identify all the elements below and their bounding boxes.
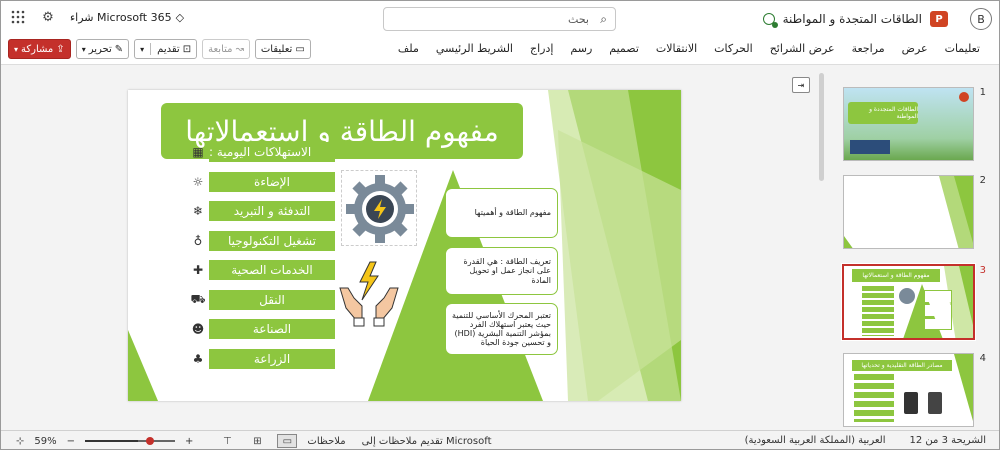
- thumbnail-number: 1: [979, 87, 986, 98]
- slide-thumbnail[interactable]: مصادر الطاقة التقليدية و تحدياتها: [843, 353, 974, 427]
- slide-text-box[interactable]: تعتبر المحرك الأساسي للتنمية حيث يعتبر ا…: [445, 303, 558, 355]
- slide-list-item[interactable]: الصناعة: [209, 319, 335, 339]
- zoom-slider-knob[interactable]: [146, 437, 155, 445]
- normal-view-icon[interactable]: ▭: [277, 434, 298, 448]
- slide-list-item[interactable]: تشغيل التكنولوجيا: [209, 231, 335, 251]
- language-indicator[interactable]: العربية (المملكة العربية السعودية): [745, 435, 886, 446]
- thumbnail-number: 4: [979, 353, 986, 364]
- chevron-down-icon: ▾: [14, 44, 19, 54]
- buy-label: شراء Microsoft 365: [70, 10, 172, 24]
- zoom-out-button[interactable]: −: [67, 436, 75, 447]
- document-title[interactable]: الطاقات المتجدة و المواطنة: [783, 12, 922, 26]
- worker-icon: ☻: [191, 322, 205, 336]
- comments-button[interactable]: تعليقات ▭: [254, 39, 311, 59]
- follow-label: متابعة: [208, 43, 233, 55]
- ribbon-tab-5[interactable]: تصميم: [609, 42, 639, 55]
- chevron-down-icon: ▾: [81, 44, 86, 54]
- user-avatar[interactable]: B: [970, 8, 992, 30]
- slideshow-view-icon[interactable]: ⊤: [217, 434, 237, 448]
- ribbon-tab-8[interactable]: عرض الشرائح: [770, 42, 835, 55]
- present-label: تقديم: [157, 43, 180, 55]
- presentation-icon: ⊡: [182, 43, 192, 55]
- thumb-title: مفهوم الطاقة و استعمالاتها: [852, 269, 940, 282]
- slide-thumbnail[interactable]: [843, 175, 974, 249]
- settings-gear-icon[interactable]: ⚙: [40, 9, 56, 25]
- feedback-link[interactable]: تقديم ملاحظات إلى Microsoft: [362, 436, 492, 447]
- zoom-in-button[interactable]: +: [185, 436, 193, 447]
- buy-microsoft-365-link[interactable]: شراء Microsoft 365 ◇: [70, 11, 184, 24]
- slide-thumbnail-row[interactable]: 4 مصادر الطاقة التقليدية و تحدياتها: [838, 353, 998, 433]
- ribbon-tab-6[interactable]: الانتقالات: [656, 42, 697, 55]
- slide-text-box[interactable]: تعريف الطاقة : هي القدرة على انجاز عمل ا…: [445, 247, 558, 295]
- chevron-down-icon: ▾: [140, 44, 145, 54]
- share-button[interactable]: ▾ مشاركة ⇪: [8, 39, 71, 59]
- share-label: مشاركة: [21, 43, 54, 55]
- slide-list-item[interactable]: الاستهلاكات اليومية :: [209, 142, 335, 162]
- thumbnail-scrollbar[interactable]: [819, 73, 824, 181]
- thumb-title: الطاقات المتجددة و المواطنة: [848, 102, 918, 124]
- app-launcher-icon[interactable]: [10, 9, 26, 25]
- slide-thumbnail[interactable]: الطاقات المتجددة و المواطنة: [843, 87, 974, 161]
- search-input[interactable]: بحث ⌕: [383, 7, 616, 31]
- slide-canvas[interactable]: مفهوم الطاقة و استعمالاتها الاستهلاكات ا…: [128, 90, 681, 401]
- notes-button[interactable]: ملاحظات: [307, 436, 345, 447]
- status-bar: الشريحة 3 من 12 العربية (المملكة العربية…: [0, 430, 1000, 450]
- zoom-slider-fill: [85, 440, 139, 442]
- follow-icon: ↝: [235, 43, 244, 55]
- search-icon: ⌕: [600, 12, 607, 26]
- slide-thumbnail-row[interactable]: 3 مفهوم الطاقة و استعمالاتها: [838, 263, 998, 345]
- slide-thumbnail[interactable]: مفهوم الطاقة و استعمالاتها: [841, 263, 976, 341]
- gear-lightning-icon: [341, 170, 417, 246]
- ribbon-tab-7[interactable]: الحركات: [714, 42, 753, 55]
- ribbon-tab-3[interactable]: إدراج: [530, 42, 553, 55]
- ribbon-tab-2[interactable]: الشريط الرئيسي: [436, 42, 513, 55]
- powerpoint-logo-icon: P: [930, 11, 948, 27]
- slide-list-item[interactable]: الزراعة: [209, 349, 335, 369]
- slide-list-item[interactable]: الخدمات الصحية: [209, 260, 335, 280]
- edit-label: تحرير: [88, 43, 112, 55]
- share-icon: ⇪: [56, 43, 65, 55]
- comment-icon: ▭: [295, 43, 305, 55]
- plant-icon: ♣: [192, 352, 204, 366]
- hands-lightning-icon: [336, 258, 402, 328]
- slide-thumbnail-row[interactable]: 2: [838, 175, 998, 255]
- ribbon-tab-10[interactable]: عرض: [902, 42, 928, 55]
- present-button[interactable]: ▾ تقديم ⊡: [134, 39, 198, 59]
- snowflake-icon: ❄: [192, 204, 204, 218]
- device-icon: ♁: [193, 234, 203, 248]
- ribbon-tab-9[interactable]: مراجعة: [852, 42, 885, 55]
- search-placeholder: بحث: [568, 13, 589, 26]
- fit-to-window-icon[interactable]: ⊹: [16, 436, 24, 447]
- edit-mode-button[interactable]: ▾ تحرير ✎: [75, 39, 130, 59]
- pencil-icon: ✎: [114, 43, 124, 55]
- ribbon-tab-4[interactable]: رسم: [570, 42, 592, 55]
- zoom-slider[interactable]: [85, 436, 176, 446]
- slide-text-box[interactable]: مفهوم الطاقة و أهميتها: [445, 188, 558, 238]
- slide-thumbnail-row[interactable]: 1 الطاقات المتجددة و المواطنة: [838, 87, 998, 167]
- saved-status-icon[interactable]: [762, 13, 778, 28]
- ribbon: ▾ مشاركة ⇪ ▾ تحرير ✎ ▾ تقديم ⊡ متابعة ↝ …: [0, 36, 1000, 64]
- slide-count[interactable]: الشريحة 3 من 12: [910, 435, 986, 446]
- thumbnail-number: 2: [979, 175, 986, 186]
- lightbulb-icon: ☼: [192, 175, 204, 189]
- ribbon-tab-11[interactable]: تعليمات: [945, 42, 980, 55]
- health-icon: ✚: [192, 263, 204, 277]
- sorter-view-icon[interactable]: ⊞: [247, 434, 267, 448]
- thumb-title: مصادر الطاقة التقليدية و تحدياتها: [852, 360, 952, 371]
- calculator-icon: ▦: [192, 145, 204, 159]
- zoom-level[interactable]: 59%: [34, 436, 56, 447]
- diamond-icon: ◇: [175, 10, 185, 24]
- truck-icon: ⛟: [190, 292, 206, 306]
- slide-list-item[interactable]: الإضاءة: [209, 172, 335, 192]
- follow-button[interactable]: متابعة ↝: [202, 39, 250, 59]
- thumbnail-number: 3: [979, 265, 986, 276]
- editor-workspace: مفهوم الطاقة و استعمالاتها الاستهلاكات ا…: [0, 64, 1000, 430]
- title-bar: ⚙ شراء Microsoft 365 ◇ بحث ⌕ الطاقات الم…: [0, 0, 1000, 36]
- comments-label: تعليقات: [260, 43, 293, 55]
- slide-list-item[interactable]: النقل: [209, 290, 335, 310]
- slide-list-item[interactable]: التدفئة و التبريد: [209, 201, 335, 221]
- ribbon-tab-1[interactable]: ملف: [398, 42, 419, 55]
- collapse-pane-button[interactable]: ⇥: [792, 77, 810, 93]
